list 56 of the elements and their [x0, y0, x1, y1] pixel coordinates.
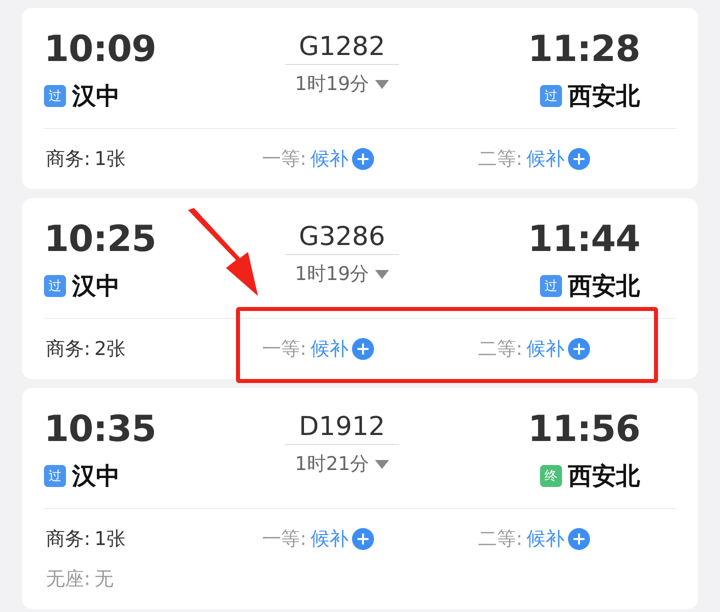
seat-status: 2张 — [94, 337, 126, 362]
plus-icon[interactable] — [568, 148, 590, 170]
plus-icon[interactable] — [352, 528, 374, 550]
station-badge: 过 — [44, 465, 66, 487]
station-badge: 过 — [540, 275, 562, 297]
train-number: G1282 — [284, 32, 400, 65]
seat-status[interactable]: 候补 — [526, 336, 564, 362]
station-badge: 过 — [540, 85, 562, 107]
seat-label: 无座: — [46, 567, 90, 592]
train-card[interactable]: 10:09 过 汉中 G1282 1时19分 11:28 过 西安北 商务: 1张 一等: 候补 二等: 候补 — [22, 8, 698, 189]
dropdown-icon[interactable] — [375, 460, 390, 468]
seat-status[interactable]: 候补 — [526, 526, 564, 552]
departure-time: 10:35 — [44, 410, 158, 450]
duration: 1时19分 — [294, 72, 370, 97]
seat-label: 二等: — [478, 527, 522, 552]
plus-icon[interactable] — [568, 528, 590, 550]
departure-time: 10:25 — [44, 220, 158, 260]
station-badge: 过 — [44, 275, 66, 297]
station-name: 汉中 — [72, 461, 120, 492]
seat-status[interactable]: 候补 — [310, 336, 348, 362]
station-badge: 过 — [44, 85, 66, 107]
station-name: 西安北 — [568, 461, 640, 492]
seat-label: 一等: — [262, 527, 306, 552]
seat-status[interactable]: 候补 — [310, 146, 348, 172]
station-name: 汉中 — [72, 271, 120, 302]
station-name: 西安北 — [568, 81, 640, 112]
train-card[interactable]: 10:35 过 汉中 D1912 1时21分 11:56 终 西安北 商务: 1张 一等: 候补 二等: 候补 无座: 无 — [22, 388, 698, 609]
seat-status: 无 — [94, 567, 114, 592]
seat-label: 二等: — [478, 147, 522, 172]
seat-label: 二等: — [478, 337, 522, 362]
duration: 1时21分 — [294, 452, 370, 477]
plus-icon[interactable] — [568, 338, 590, 360]
station-badge: 终 — [540, 465, 562, 487]
station-name: 西安北 — [568, 271, 640, 302]
seat-label: 商务: — [46, 147, 90, 172]
arrival-time: 11:28 — [528, 30, 640, 70]
seat-label: 一等: — [262, 147, 306, 172]
seat-label: 商务: — [46, 337, 90, 362]
seat-label: 商务: — [46, 527, 90, 552]
seat-status: 1张 — [94, 527, 126, 552]
arrival-time: 11:44 — [528, 220, 640, 260]
arrival-time: 11:56 — [528, 410, 640, 450]
departure-time: 10:09 — [44, 30, 158, 70]
seat-status[interactable]: 候补 — [310, 526, 348, 552]
plus-icon[interactable] — [352, 338, 374, 360]
station-name: 汉中 — [72, 81, 120, 112]
seat-label: 一等: — [262, 337, 306, 362]
seat-status[interactable]: 候补 — [526, 146, 564, 172]
train-number: G3286 — [284, 222, 400, 255]
train-card[interactable]: 10:25 过 汉中 G3286 1时19分 11:44 过 西安北 商务: 2张 一等: 候补 二等: 候补 — [22, 198, 698, 379]
train-number: D1912 — [284, 412, 400, 445]
dropdown-icon[interactable] — [375, 270, 390, 278]
duration: 1时19分 — [294, 262, 370, 287]
plus-icon[interactable] — [352, 148, 374, 170]
dropdown-icon[interactable] — [375, 80, 390, 88]
seat-status: 1张 — [94, 147, 126, 172]
